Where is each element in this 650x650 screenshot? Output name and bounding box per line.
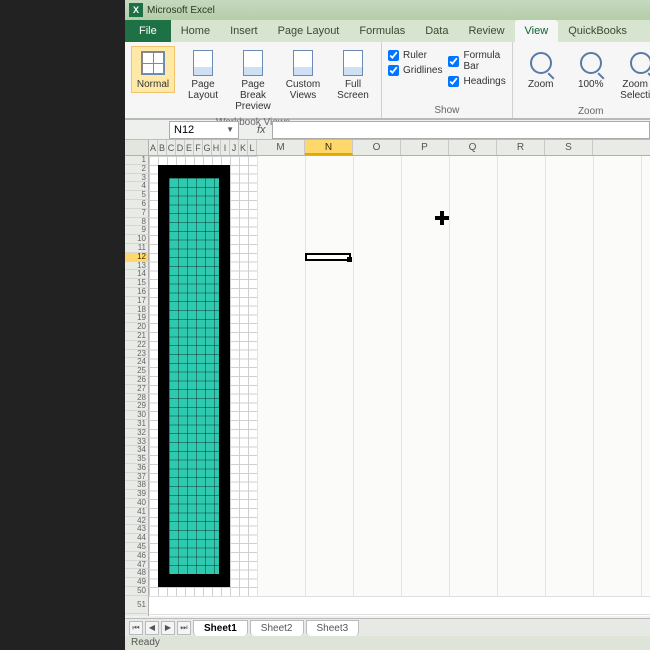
- sheet-nav-first[interactable]: ⏮: [129, 621, 143, 635]
- wide-columns-grid[interactable]: [257, 156, 650, 596]
- page-break-preview-button[interactable]: Page Break Preview: [231, 46, 275, 115]
- group-show: Ruler Gridlines Formula Bar Headings Sho…: [382, 42, 513, 118]
- page-icon: [239, 49, 267, 77]
- row-header-50[interactable]: 50: [125, 587, 149, 596]
- page-layout-button[interactable]: Page Layout: [181, 46, 225, 104]
- page-icon: [289, 49, 317, 77]
- page-icon: [339, 49, 367, 77]
- tab-quickbooks[interactable]: QuickBooks: [558, 20, 637, 42]
- sheet-tab-bar: ⏮ ◀ ▶ ⏭ Sheet1Sheet2Sheet3: [125, 618, 650, 636]
- gridlines-checkbox[interactable]: Gridlines: [388, 65, 442, 76]
- active-cell[interactable]: [305, 253, 351, 261]
- lower-rows-grid[interactable]: [149, 596, 650, 616]
- col-header-B[interactable]: B: [158, 140, 167, 155]
- ribbon-tabs: File HomeInsertPage LayoutFormulasDataRe…: [125, 20, 650, 42]
- full-screen-button[interactable]: Full Screen: [331, 46, 375, 104]
- sheet-tab-sheet3[interactable]: Sheet3: [306, 620, 360, 636]
- tab-file[interactable]: File: [125, 20, 171, 42]
- sheet-tab-sheet1[interactable]: Sheet1: [193, 620, 248, 636]
- zoom-button[interactable]: Zoom: [519, 46, 563, 93]
- name-box[interactable]: N12 ▼: [169, 121, 239, 139]
- col-header-G[interactable]: G: [203, 140, 212, 155]
- sheet-tab-sheet2[interactable]: Sheet2: [250, 620, 304, 636]
- row-header-52[interactable]: 52: [125, 614, 149, 616]
- excel-icon: X: [129, 3, 143, 17]
- col-header-L[interactable]: L: [248, 140, 257, 155]
- tab-home[interactable]: Home: [171, 20, 220, 42]
- formula-input[interactable]: [272, 121, 650, 139]
- sheet-nav-last[interactable]: ⏭: [177, 621, 191, 635]
- ruler-checkbox[interactable]: Ruler: [388, 50, 442, 61]
- tab-view[interactable]: View: [515, 20, 559, 42]
- col-header-S[interactable]: S: [545, 140, 593, 155]
- group-workbook-views: Normal Page Layout Page Break Preview Cu…: [125, 42, 382, 118]
- app-title: Microsoft Excel: [147, 5, 215, 16]
- tab-review[interactable]: Review: [458, 20, 514, 42]
- sheet-nav-next[interactable]: ▶: [161, 621, 175, 635]
- headings-checkbox[interactable]: Headings: [448, 76, 505, 87]
- col-header-M[interactable]: M: [257, 140, 305, 155]
- col-header-D[interactable]: D: [176, 140, 185, 155]
- column-headers: ABCDEFGHIJKL MNOPQRS: [125, 140, 650, 156]
- col-header-O[interactable]: O: [353, 140, 401, 155]
- tab-formulas[interactable]: Formulas: [349, 20, 415, 42]
- custom-views-button[interactable]: Custom Views: [281, 46, 325, 104]
- chevron-down-icon: ▼: [226, 125, 234, 134]
- magnifier-icon: [577, 49, 605, 77]
- col-header-F[interactable]: F: [194, 140, 203, 155]
- group-label: Zoom: [519, 104, 650, 117]
- sheet-nav-prev[interactable]: ◀: [145, 621, 159, 635]
- col-header-J[interactable]: J: [230, 140, 239, 155]
- group-label: Show: [388, 103, 506, 116]
- ribbon: Normal Page Layout Page Break Preview Cu…: [125, 42, 650, 120]
- normal-view-button[interactable]: Normal: [131, 46, 175, 93]
- tab-page-layout[interactable]: Page Layout: [268, 20, 350, 42]
- grid-icon: [139, 49, 167, 77]
- col-header-I[interactable]: I: [221, 140, 230, 155]
- tab-data[interactable]: Data: [415, 20, 458, 42]
- tab-insert[interactable]: Insert: [220, 20, 268, 42]
- formula-bar-checkbox[interactable]: Formula Bar: [448, 50, 505, 72]
- titlebar: X Microsoft Excel: [125, 0, 650, 20]
- col-header-H[interactable]: H: [212, 140, 221, 155]
- excel-window: X Microsoft Excel File HomeInsertPage La…: [125, 0, 650, 650]
- formula-bar: N12 ▼ fx: [125, 120, 650, 140]
- col-header-C[interactable]: C: [167, 140, 176, 155]
- pixel-art-fill: [169, 178, 219, 574]
- col-header-A[interactable]: A: [149, 140, 158, 155]
- row-header-51[interactable]: 51: [125, 596, 149, 614]
- col-header-P[interactable]: P: [401, 140, 449, 155]
- status-bar: Ready: [125, 636, 650, 650]
- status-text: Ready: [131, 637, 160, 648]
- page-icon: [189, 49, 217, 77]
- group-zoom: Zoom 100% Zoom to Selection Zoom: [513, 42, 650, 118]
- zoom-100-button[interactable]: 100%: [569, 46, 613, 93]
- zoom-to-selection-button[interactable]: Zoom to Selection: [619, 46, 650, 104]
- col-header-Q[interactable]: Q: [449, 140, 497, 155]
- row-headers: 1234567891011121314151617181920212223242…: [125, 156, 149, 616]
- col-header-E[interactable]: E: [185, 140, 194, 155]
- worksheet[interactable]: 1234567891011121314151617181920212223242…: [125, 156, 650, 616]
- magnifier-icon: [527, 49, 555, 77]
- cursor-cross-icon: [435, 211, 449, 225]
- select-all-corner[interactable]: [125, 140, 149, 155]
- col-header-N[interactable]: N: [305, 140, 353, 155]
- col-header-K[interactable]: K: [239, 140, 248, 155]
- fx-icon[interactable]: fx: [257, 124, 266, 136]
- magnifier-icon: [627, 49, 650, 77]
- col-header-R[interactable]: R: [497, 140, 545, 155]
- pixel-art-border: [158, 165, 230, 587]
